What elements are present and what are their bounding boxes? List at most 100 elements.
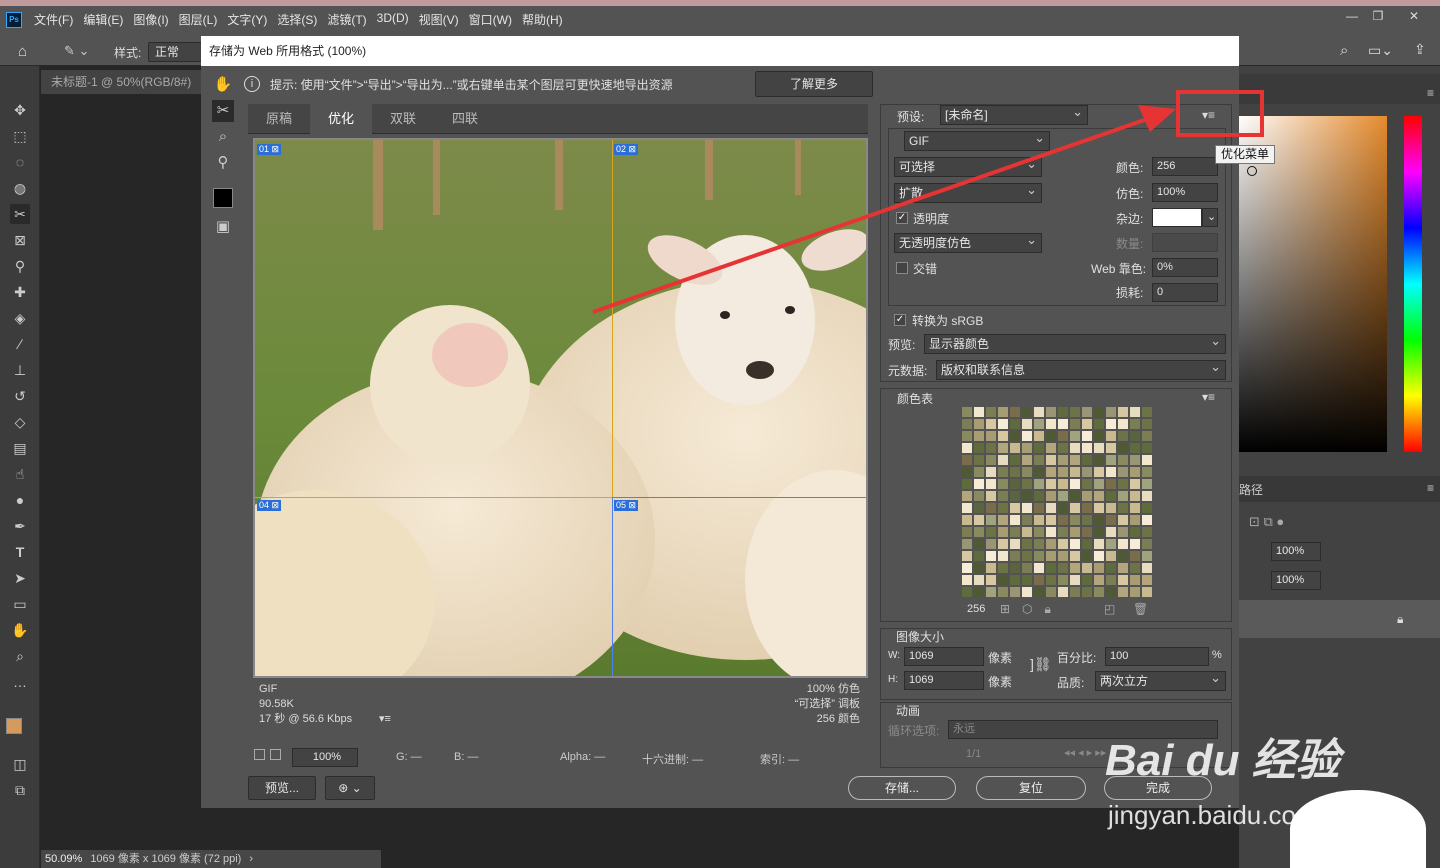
quick-mask-icon[interactable]: ◫	[10, 754, 30, 774]
palette-swatch[interactable]	[1117, 454, 1129, 466]
palette-swatch[interactable]	[973, 466, 985, 478]
palette-swatch[interactable]	[1081, 550, 1093, 562]
preview-select[interactable]: 显示器颜色	[924, 332, 1226, 354]
menu-3d[interactable]: 3D(D)	[377, 11, 409, 28]
palette-swatch[interactable]	[1069, 430, 1081, 442]
palette-swatch[interactable]	[1081, 586, 1093, 598]
palette-swatch[interactable]	[973, 430, 985, 442]
palette-swatch[interactable]	[1021, 466, 1033, 478]
matte-dither-select[interactable]: 无透明度仿色	[894, 231, 1042, 253]
zoom-tool-icon[interactable]: ⌕	[10, 646, 30, 666]
palette-swatch[interactable]	[1045, 514, 1057, 526]
palette-swatch[interactable]	[985, 466, 997, 478]
palette-swatch[interactable]	[961, 478, 973, 490]
palette-swatch[interactable]	[1069, 418, 1081, 430]
palette-swatch[interactable]	[1117, 442, 1129, 454]
palette-swatch[interactable]	[1093, 538, 1105, 550]
palette-swatch[interactable]	[1009, 586, 1021, 598]
palette-swatch[interactable]	[997, 406, 1009, 418]
palette-swatch[interactable]	[973, 454, 985, 466]
palette-swatch[interactable]	[1105, 562, 1117, 574]
palette-swatch[interactable]	[1021, 454, 1033, 466]
palette-swatch[interactable]	[1057, 574, 1069, 586]
menu-select[interactable]: 选择(S)	[277, 11, 317, 28]
menu-type[interactable]: 文字(Y)	[227, 11, 267, 28]
palette-swatch[interactable]	[973, 490, 985, 502]
palette-swatch[interactable]	[1069, 442, 1081, 454]
palette-swatch[interactable]	[1009, 442, 1021, 454]
palette-swatch[interactable]	[985, 430, 997, 442]
palette-swatch[interactable]	[1081, 562, 1093, 574]
palette-swatch[interactable]	[1045, 406, 1057, 418]
web-snap-field[interactable]: 0%	[1152, 258, 1218, 277]
palette-swatch[interactable]	[1081, 526, 1093, 538]
palette-swatch[interactable]	[1045, 442, 1057, 454]
palette-swatch[interactable]	[985, 406, 997, 418]
palette-swatch[interactable]	[1009, 466, 1021, 478]
palette-swatch[interactable]	[985, 538, 997, 550]
palette-swatch[interactable]	[1105, 574, 1117, 586]
palette-swatch[interactable]	[1129, 430, 1141, 442]
palette-swatch[interactable]	[1009, 418, 1021, 430]
style-select[interactable]: 正常	[148, 42, 203, 62]
palette-swatch[interactable]	[1021, 574, 1033, 586]
palette-swatch[interactable]	[1081, 454, 1093, 466]
palette-swatch[interactable]	[1117, 406, 1129, 418]
palette-swatch[interactable]	[1141, 454, 1153, 466]
palette-swatch[interactable]	[1057, 514, 1069, 526]
eyedropper-tool-icon[interactable]: ⚲	[10, 256, 30, 276]
fill-field[interactable]: 100%	[1271, 571, 1321, 590]
palette-swatch[interactable]	[1129, 478, 1141, 490]
slice-tool-icon[interactable]: ✂	[10, 204, 30, 224]
new-color-icon[interactable]: ◰	[1104, 602, 1115, 616]
palette-swatch[interactable]	[1141, 550, 1153, 562]
palette-swatch[interactable]	[1129, 454, 1141, 466]
palette-swatch[interactable]	[1009, 430, 1021, 442]
palette-swatch[interactable]	[1117, 502, 1129, 514]
palette-swatch[interactable]	[1093, 550, 1105, 562]
palette-swatch[interactable]	[1141, 466, 1153, 478]
restore-button[interactable]: ❐	[1366, 9, 1390, 23]
palette-swatch[interactable]	[1021, 442, 1033, 454]
palette-swatch[interactable]	[997, 586, 1009, 598]
palette-swatch[interactable]	[1105, 514, 1117, 526]
opacity-field[interactable]: 100%	[1271, 542, 1321, 561]
palette-swatch[interactable]	[985, 490, 997, 502]
palette-swatch[interactable]	[1057, 406, 1069, 418]
palette-swatch[interactable]	[1021, 550, 1033, 562]
minimize-button[interactable]: —	[1340, 9, 1364, 23]
palette-swatch[interactable]	[1057, 586, 1069, 598]
palette-swatch[interactable]	[1009, 562, 1021, 574]
palette-swatch[interactable]	[1117, 430, 1129, 442]
palette-swatch[interactable]	[1141, 430, 1153, 442]
palette-swatch[interactable]	[1021, 526, 1033, 538]
image-preview[interactable]: 01 ⊠ 02 ⊠ 04 ⊠ 05 ⊠	[253, 138, 868, 678]
slice-badge[interactable]: 01 ⊠	[257, 144, 282, 155]
palette-swatch[interactable]	[973, 538, 985, 550]
percent-field[interactable]: 100	[1105, 647, 1209, 666]
palette-swatch[interactable]	[961, 526, 973, 538]
zoom-out-button[interactable]	[254, 749, 265, 760]
palette-swatch[interactable]	[1105, 550, 1117, 562]
palette-swatch[interactable]	[973, 418, 985, 430]
workspace-icon[interactable]: ▭⌄	[1368, 42, 1393, 59]
panel-menu-icon[interactable]: ≡	[1427, 86, 1434, 100]
palette-swatch[interactable]	[1033, 514, 1045, 526]
palette-swatch[interactable]	[1045, 550, 1057, 562]
palette-swatch[interactable]	[1057, 466, 1069, 478]
palette-swatch[interactable]	[961, 406, 973, 418]
palette-swatch[interactable]	[1045, 490, 1057, 502]
palette-swatch[interactable]	[1057, 526, 1069, 538]
palette-swatch[interactable]	[1009, 526, 1021, 538]
palette-swatch[interactable]	[961, 502, 973, 514]
palette-swatch[interactable]	[997, 478, 1009, 490]
palette-swatch[interactable]	[1033, 418, 1045, 430]
palette-swatch[interactable]	[1105, 502, 1117, 514]
palette-swatch[interactable]	[1141, 526, 1153, 538]
palette-swatch[interactable]	[997, 514, 1009, 526]
palette-swatch[interactable]	[1093, 502, 1105, 514]
palette-swatch[interactable]	[997, 562, 1009, 574]
palette-swatch[interactable]	[1117, 418, 1129, 430]
color-table-actions[interactable]: ⊞⬡🔒︎	[1000, 602, 1063, 617]
palette-swatch[interactable]	[1057, 562, 1069, 574]
